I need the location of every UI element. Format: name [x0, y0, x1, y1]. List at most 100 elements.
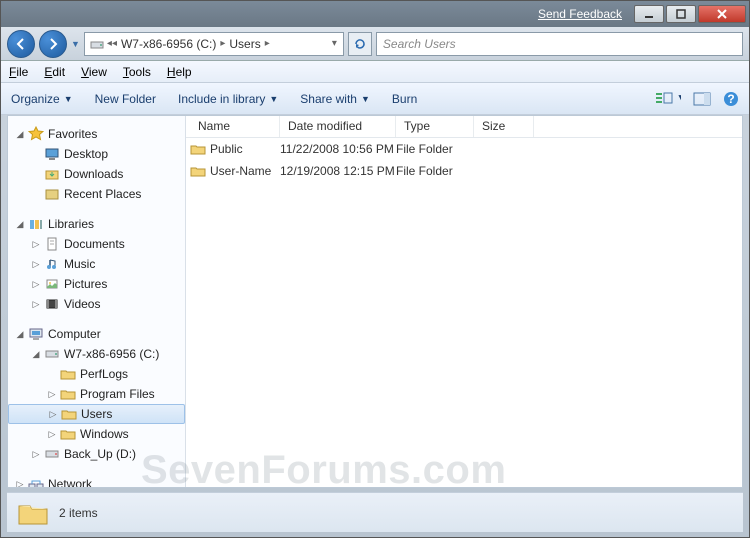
sidebar-cdrive[interactable]: ◢ W7-x86-6956 (C:) — [8, 344, 185, 364]
file-name: Public — [210, 142, 243, 156]
sidebar-windows[interactable]: ▷ Windows — [8, 424, 185, 444]
sidebar-documents[interactable]: ▷ Documents — [8, 234, 185, 254]
command-bar: Organize▼ New Folder Include in library▼… — [1, 83, 749, 115]
expand-icon[interactable]: ▷ — [46, 389, 58, 400]
expand-icon[interactable]: ▷ — [30, 279, 42, 290]
file-name: User-Name — [210, 164, 271, 178]
sidebar-label: W7-x86-6956 (C:) — [62, 347, 159, 361]
breadcrumb-drive[interactable]: W7-x86-6956 (C:) — [119, 37, 218, 51]
share-with-button[interactable]: Share with▼ — [300, 92, 370, 106]
minimize-button[interactable] — [634, 5, 664, 23]
network-icon — [28, 476, 44, 487]
sidebar-label: Back_Up (D:) — [62, 447, 136, 461]
drive-icon — [89, 37, 105, 51]
file-row[interactable]: Public 11/22/2008 10:56 PM File Folder — [186, 138, 742, 160]
file-row[interactable]: User-Name 12/19/2008 12:15 PM File Folde… — [186, 160, 742, 182]
include-library-button[interactable]: Include in library▼ — [178, 92, 278, 106]
network-group[interactable]: ▷Network — [8, 474, 185, 487]
folder-icon — [17, 499, 49, 527]
music-icon — [44, 256, 60, 272]
chevron-down-icon: ▼ — [64, 94, 73, 104]
nav-toolbar: ▼ ◂◂ W7-x86-6956 (C:) ▸ Users ▸ ▾ Search… — [1, 27, 749, 61]
back-button[interactable] — [7, 30, 35, 58]
computer-icon — [28, 326, 44, 342]
search-placeholder: Search Users — [383, 37, 456, 51]
menu-edit[interactable]: Edit — [44, 65, 65, 79]
sidebar-programfiles[interactable]: ▷ Program Files — [8, 384, 185, 404]
chevron-down-icon: ▼ — [361, 94, 370, 104]
send-feedback-link[interactable]: Send Feedback — [538, 7, 622, 21]
item-count: 2 items — [59, 506, 98, 520]
sidebar-label: Desktop — [62, 147, 108, 161]
menu-view[interactable]: View — [81, 65, 107, 79]
burn-button[interactable]: Burn — [392, 92, 417, 106]
menu-bar: File Edit View Tools Help — [1, 61, 749, 83]
collapse-icon[interactable]: ◢ — [30, 349, 42, 360]
collapse-icon[interactable]: ◢ — [14, 329, 26, 340]
sidebar-music[interactable]: ▷ Music — [8, 254, 185, 274]
collapse-icon[interactable]: ◢ — [14, 129, 26, 140]
expand-icon[interactable]: ▷ — [46, 429, 58, 440]
expand-icon[interactable]: ▷ — [14, 479, 26, 488]
folder-icon — [61, 406, 77, 422]
expand-icon[interactable]: ▷ — [30, 239, 42, 250]
svg-text:▼: ▼ — [676, 91, 681, 105]
favorites-group[interactable]: ◢ Favorites — [8, 124, 185, 144]
chevron-down-icon: ▼ — [269, 94, 278, 104]
sidebar-backup[interactable]: ▷ Back_Up (D:) — [8, 444, 185, 464]
expand-icon[interactable]: ▷ — [30, 449, 42, 460]
libraries-group[interactable]: ◢Libraries — [8, 214, 185, 234]
breadcrumb-arrow-icon[interactable]: ◂◂ — [105, 38, 119, 49]
sidebar-label: Favorites — [46, 127, 97, 141]
help-button[interactable]: ? — [723, 91, 739, 107]
maximize-button[interactable] — [666, 5, 696, 23]
sidebar-label: Program Files — [78, 387, 155, 401]
organize-button[interactable]: Organize▼ — [11, 92, 73, 106]
libraries-icon — [28, 216, 44, 232]
navigation-pane: ◢ Favorites Desktop Downloads Recent Plac… — [8, 116, 186, 487]
file-date: 12/19/2008 12:15 PM — [280, 164, 396, 178]
sidebar-label: Windows — [78, 427, 129, 441]
sidebar-videos[interactable]: ▷Videos — [8, 294, 185, 314]
refresh-button[interactable] — [348, 32, 372, 56]
history-dropdown-icon[interactable]: ▼ — [71, 39, 80, 49]
sidebar-recent[interactable]: Recent Places — [8, 184, 185, 204]
column-date[interactable]: Date modified — [280, 116, 396, 137]
sidebar-desktop[interactable]: Desktop — [8, 144, 185, 164]
folder-icon — [60, 386, 76, 402]
expand-icon[interactable]: ▷ — [30, 299, 42, 310]
menu-file[interactable]: File — [9, 65, 28, 79]
expand-icon[interactable]: ▷ — [47, 409, 59, 420]
drive-icon — [44, 346, 60, 362]
close-button[interactable] — [698, 5, 746, 23]
titlebar[interactable]: Send Feedback — [1, 1, 749, 27]
column-name[interactable]: Name — [190, 116, 280, 137]
column-type[interactable]: Type — [396, 116, 474, 137]
view-options-button[interactable]: ▼ — [655, 91, 681, 107]
forward-button[interactable] — [39, 30, 67, 58]
search-input[interactable]: Search Users — [376, 32, 743, 56]
sidebar-downloads[interactable]: Downloads — [8, 164, 185, 184]
expand-icon[interactable]: ▷ — [30, 259, 42, 270]
sidebar-pictures[interactable]: ▷Pictures — [8, 274, 185, 294]
sidebar-label: Documents — [62, 237, 125, 251]
explorer-body: ◢ Favorites Desktop Downloads Recent Plac… — [7, 115, 743, 488]
address-bar[interactable]: ◂◂ W7-x86-6956 (C:) ▸ Users ▸ ▾ — [84, 32, 344, 56]
computer-group[interactable]: ◢Computer — [8, 324, 185, 344]
sidebar-perflogs[interactable]: PerfLogs — [8, 364, 185, 384]
file-type: File Folder — [396, 142, 474, 156]
menu-tools[interactable]: Tools — [123, 65, 151, 79]
sidebar-users[interactable]: ▷Users — [8, 404, 185, 424]
sidebar-label: Music — [62, 257, 95, 271]
breadcrumb-arrow-icon[interactable]: ▸ — [263, 38, 272, 49]
collapse-icon[interactable]: ◢ — [14, 219, 26, 230]
address-dropdown-icon[interactable]: ▾ — [330, 38, 339, 49]
preview-pane-button[interactable] — [693, 91, 711, 107]
menu-help[interactable]: Help — [167, 65, 192, 79]
breadcrumb-users[interactable]: Users — [227, 37, 262, 51]
folder-icon — [60, 366, 76, 382]
breadcrumb-arrow-icon[interactable]: ▸ — [218, 38, 227, 49]
column-size[interactable]: Size — [474, 116, 534, 137]
folder-icon — [190, 143, 206, 155]
new-folder-button[interactable]: New Folder — [95, 92, 156, 106]
